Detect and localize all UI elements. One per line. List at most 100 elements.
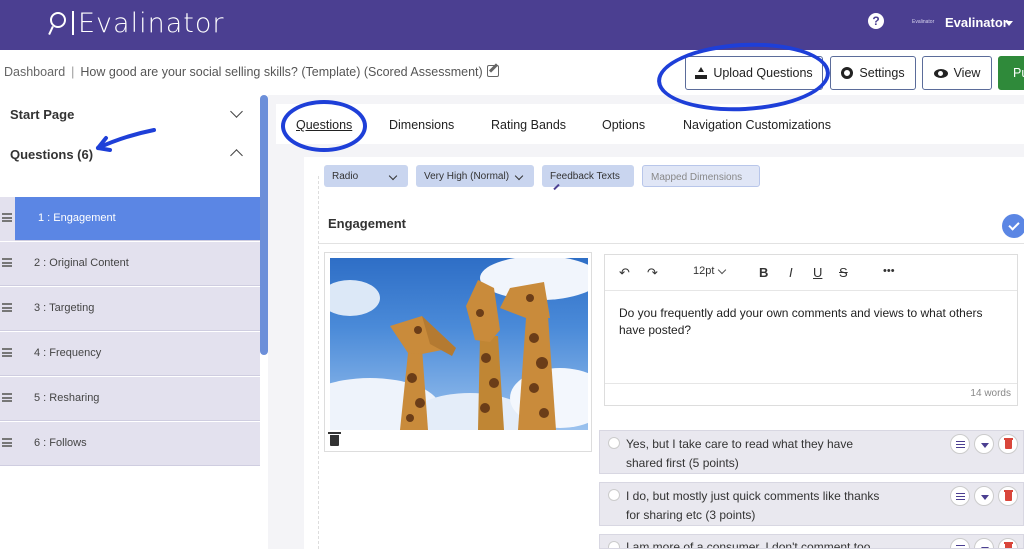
editor-footer: 14 words: [605, 383, 1017, 405]
answer-menu-button[interactable]: [950, 538, 970, 548]
tab-questions[interactable]: Questions: [296, 118, 352, 132]
chevron-down-icon: [514, 171, 524, 181]
user-menu[interactable]: Evalinator: [945, 15, 1008, 30]
strikethrough-button[interactable]: S: [839, 265, 848, 280]
undo-icon[interactable]: ↶: [619, 265, 630, 281]
drag-handle-icon[interactable]: [2, 213, 12, 222]
caret-down-icon: [981, 495, 989, 500]
drag-handle-icon[interactable]: [2, 348, 12, 357]
settings-button[interactable]: Settings: [830, 56, 916, 90]
underline-button[interactable]: U: [813, 265, 822, 280]
sidebar-item-frequency[interactable]: 4 : Frequency: [0, 332, 260, 376]
question-image-box: [324, 252, 592, 452]
sidebar-item-label: 2 : Original Content: [34, 257, 129, 269]
importance-select[interactable]: Very High (Normal): [416, 165, 534, 187]
drag-handle-icon[interactable]: [2, 303, 12, 312]
sidebar-item-label: 4 : Frequency: [34, 347, 102, 359]
italic-button[interactable]: I: [789, 265, 793, 280]
breadcrumb-separator: |: [71, 65, 75, 79]
answer-menu-button[interactable]: [950, 434, 970, 454]
sidebar-item-label: 3 : Targeting: [34, 302, 95, 314]
answer-radio[interactable]: [608, 437, 620, 449]
logo-divider: [72, 11, 74, 35]
giraffes-image: [330, 258, 588, 430]
answer-option[interactable]: I am more of a consumer. I don't comment…: [599, 534, 1024, 549]
start-page-header[interactable]: Start Page: [10, 107, 74, 122]
user-mini-logo: Evalinator: [912, 19, 935, 25]
answer-radio[interactable]: [608, 489, 620, 501]
app-logo[interactable]: Evalinator: [48, 7, 224, 39]
word-count: 14 words: [970, 388, 1011, 399]
upload-questions-button[interactable]: Upload Questions: [685, 56, 823, 90]
trash-icon[interactable]: [328, 432, 341, 446]
more-options-button[interactable]: •••: [883, 265, 895, 277]
question-title: Engagement: [328, 216, 407, 231]
feedback-texts-button[interactable]: Feedback Texts: [542, 165, 634, 191]
sidebar-item-original-content[interactable]: 2 : Original Content: [0, 242, 260, 286]
sidebar-item-label: 1 : Engagement: [38, 212, 116, 224]
tab-dimensions[interactable]: Dimensions: [389, 118, 454, 132]
question-text[interactable]: Do you frequently add your own comments …: [619, 305, 999, 339]
tab-rating-bands[interactable]: Rating Bands: [491, 118, 566, 132]
breadcrumb-dashboard-link[interactable]: Dashboard: [4, 65, 65, 79]
sidebar-item-engagement[interactable]: 1 : Engagement: [0, 197, 260, 241]
sidebar-scrollbar[interactable]: [260, 95, 268, 355]
redo-icon[interactable]: ↷: [647, 265, 658, 281]
tab-navigation-customizations[interactable]: Navigation Customizations: [683, 118, 831, 132]
question-type-select[interactable]: Radio: [324, 165, 408, 187]
sidebar-item-follows[interactable]: 6 : Follows: [0, 422, 260, 466]
sidebar-item-label: 6 : Follows: [34, 437, 87, 449]
trash-icon: [1004, 542, 1013, 548]
app-name: Evalinator: [78, 7, 225, 39]
answer-option[interactable]: I do, but mostly just quick comments lik…: [599, 482, 1024, 526]
answer-option[interactable]: Yes, but I take care to read what they h…: [599, 430, 1024, 474]
question-type-value: Radio: [332, 171, 359, 182]
edit-icon[interactable]: [486, 65, 499, 77]
caret-down-icon[interactable]: [1005, 21, 1013, 26]
help-icon[interactable]: ?: [868, 13, 884, 29]
drag-handle-icon[interactable]: [2, 258, 12, 267]
bold-button[interactable]: B: [759, 265, 768, 280]
tab-options[interactable]: Options: [602, 118, 645, 132]
sidebar-item-resharing[interactable]: 5 : Resharing: [0, 377, 260, 421]
chevron-down-icon: [717, 265, 727, 275]
gear-icon: [841, 67, 854, 79]
chevron-down-icon[interactable]: [230, 105, 243, 118]
answer-text[interactable]: I am more of a consumer. I don't comment…: [626, 538, 886, 548]
mapped-dimensions-placeholder: Mapped Dimensions: [651, 172, 743, 183]
check-icon[interactable]: [1002, 214, 1024, 238]
mapped-dimensions-input[interactable]: Mapped Dimensions: [642, 165, 760, 187]
publish-button[interactable]: Pu: [998, 56, 1024, 90]
view-button[interactable]: View: [922, 56, 992, 90]
answer-radio[interactable]: [608, 541, 620, 548]
answer-delete-button[interactable]: [998, 434, 1018, 454]
menu-icon: [956, 545, 965, 548]
questions-header[interactable]: Questions (6): [10, 147, 93, 162]
answer-text[interactable]: Yes, but I take care to read what they h…: [626, 435, 886, 473]
answer-text[interactable]: I do, but mostly just quick comments lik…: [626, 487, 886, 525]
giraffes-illustration: [330, 258, 588, 430]
chevron-down-icon: [388, 171, 398, 181]
answer-delete-button[interactable]: [998, 486, 1018, 506]
upload-questions-label: Upload Questions: [713, 66, 813, 80]
drag-handle-icon[interactable]: [2, 438, 12, 447]
answer-delete-button[interactable]: [998, 538, 1018, 548]
menu-icon: [956, 441, 965, 448]
publish-label: Pu: [1013, 66, 1024, 80]
menu-icon: [956, 493, 965, 500]
sidebar-item-targeting[interactable]: 3 : Targeting: [0, 287, 260, 331]
upload-icon: [695, 67, 708, 79]
trash-icon: [1004, 490, 1013, 501]
question-text-editor[interactable]: ↶ ↷ 12pt B I U S ••• Do you frequently a…: [604, 254, 1018, 406]
answer-expand-button[interactable]: [974, 434, 994, 454]
tab-bar: Questions Dimensions Rating Bands Option…: [276, 104, 1024, 144]
drag-handle-icon[interactable]: [2, 393, 12, 402]
page-title: How good are your social selling skills?…: [80, 65, 483, 79]
answer-expand-button[interactable]: [974, 486, 994, 506]
answer-menu-button[interactable]: [950, 486, 970, 506]
answer-expand-button[interactable]: [974, 538, 994, 548]
font-size-select[interactable]: 12pt: [693, 265, 714, 277]
settings-label: Settings: [859, 66, 905, 80]
section-divider: [318, 243, 1024, 244]
chevron-up-icon[interactable]: [230, 149, 243, 162]
